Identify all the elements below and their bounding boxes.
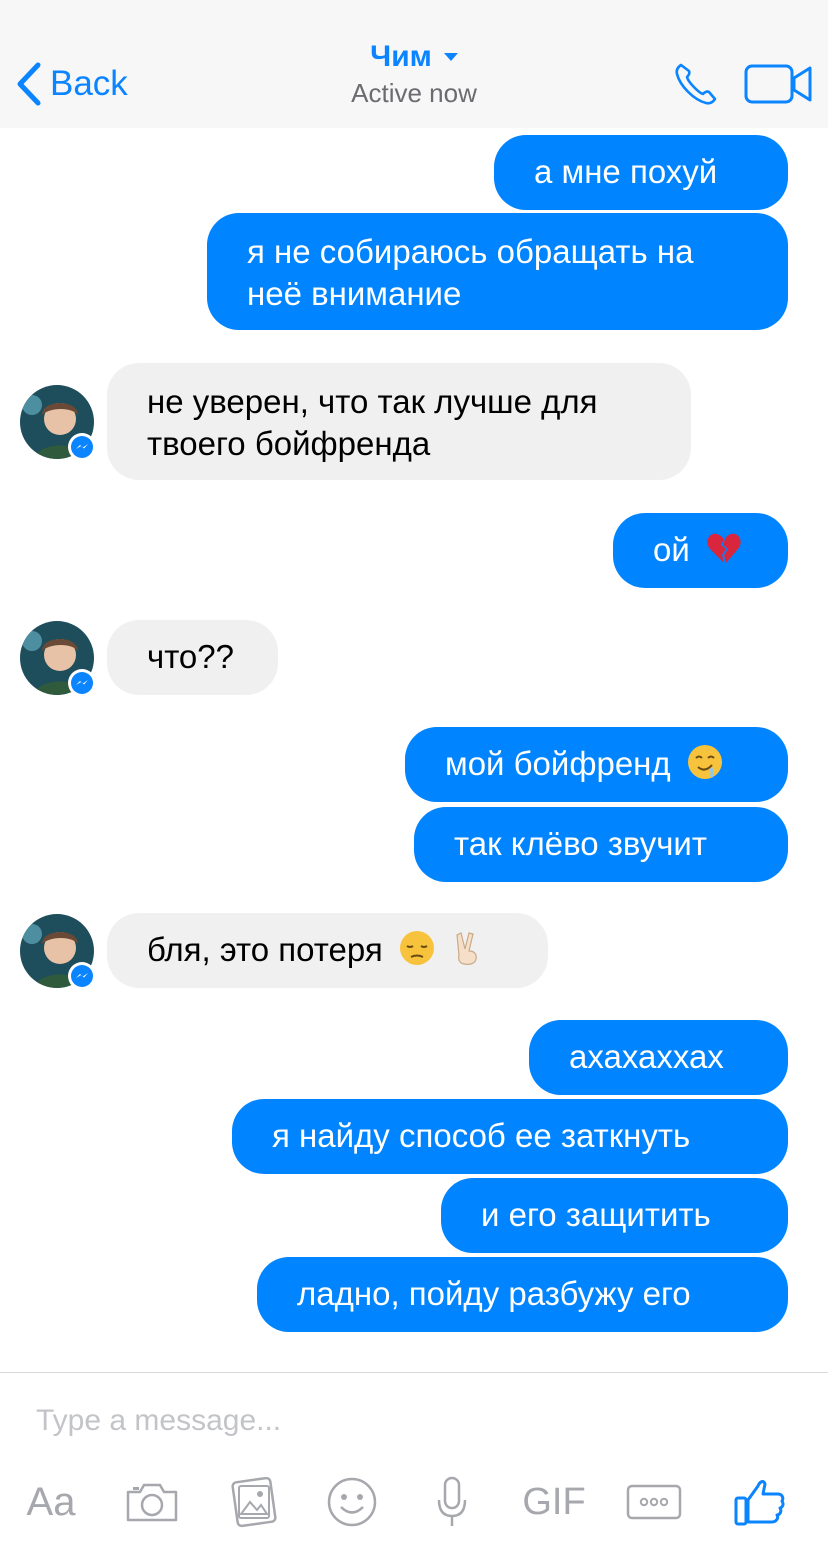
contact-name-button[interactable]: Чим (370, 40, 458, 74)
conversation-header: Back Чим Active now (0, 0, 828, 128)
aa-label: Aa (26, 1479, 76, 1524)
composer-divider (0, 1372, 828, 1373)
message-outgoing[interactable]: ахахаххах (529, 1020, 788, 1095)
pensive-face-icon (399, 931, 434, 965)
message-outgoing[interactable]: я найду способ ее заткнуть (232, 1099, 788, 1174)
messenger-icon (71, 436, 93, 458)
drooling-face-icon (687, 745, 722, 779)
message-input[interactable] (36, 1398, 796, 1444)
message-text: бля, это потеря (147, 931, 383, 968)
contact-avatar[interactable] (20, 385, 96, 461)
message-text: что?? (147, 638, 234, 675)
victory-hand-icon (456, 932, 477, 965)
message-text-line: твоего бойфренда (147, 425, 431, 462)
message-text: ой (653, 531, 690, 568)
message-outgoing[interactable]: ой (613, 513, 788, 588)
message-outgoing[interactable]: так клёво звучит (414, 807, 788, 882)
message-text: так клёво звучит (454, 825, 707, 862)
messenger-badge (68, 433, 96, 461)
messenger-icon (71, 965, 93, 987)
gif-button[interactable]: GIF (518, 1474, 590, 1530)
message-text-line: неё внимание (247, 275, 462, 312)
contact-avatar[interactable] (20, 914, 96, 990)
broken-heart-icon (707, 533, 741, 563)
message-text: я найду способ ее заткнуть (272, 1117, 691, 1154)
more-icon[interactable] (625, 1474, 683, 1530)
message-outgoing[interactable]: ладно, пойду разбужу его (257, 1257, 788, 1332)
aa-text-button[interactable]: Aa (22, 1474, 80, 1530)
message-text: ладно, пойду разбужу его (297, 1275, 691, 1312)
camera-icon[interactable] (124, 1474, 180, 1530)
message-outgoing[interactable]: я не собираюсь обращать на неё внимание (207, 213, 788, 330)
messenger-badge (68, 669, 96, 697)
message-text-line: я не собираюсь обращать на (247, 233, 694, 270)
message-incoming[interactable]: не уверен, что так лучше для твоего бойф… (107, 363, 691, 480)
messenger-icon (71, 672, 93, 694)
message-outgoing[interactable]: и его защитить (441, 1178, 788, 1253)
gif-label: GIF (522, 1480, 586, 1523)
microphone-icon[interactable] (432, 1474, 472, 1530)
contact-avatar[interactable] (20, 621, 96, 697)
message-outgoing[interactable]: мой бойфренд (405, 727, 788, 802)
message-text: ахахаххах (569, 1038, 724, 1075)
message-text: и его защитить (481, 1196, 711, 1233)
emoji-icon[interactable] (326, 1474, 378, 1530)
message-incoming[interactable]: бля, это потеря (107, 913, 548, 988)
contact-name: Чим (370, 40, 432, 73)
video-camera-icon[interactable] (744, 62, 814, 106)
gallery-icon[interactable] (226, 1474, 282, 1530)
message-text: мой бойфренд (445, 745, 671, 782)
message-text-line: не уверен, что так лучше для (147, 383, 598, 420)
message-incoming[interactable]: что?? (107, 620, 278, 695)
like-thumb-icon[interactable] (734, 1474, 786, 1530)
caret-down-icon (443, 53, 458, 61)
phone-icon[interactable] (672, 60, 720, 108)
message-text: а мне похуй (534, 153, 718, 190)
messenger-badge (68, 962, 96, 990)
message-outgoing[interactable]: а мне похуй (494, 135, 788, 210)
